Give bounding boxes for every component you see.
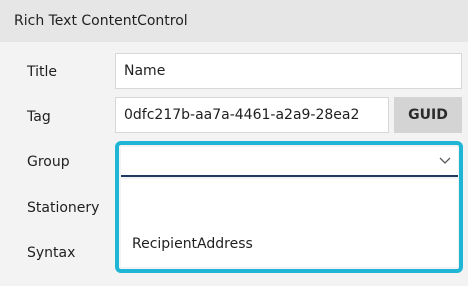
group-dropdown-list: RecipientAddress xyxy=(121,179,458,267)
guid-button[interactable]: GUID xyxy=(394,97,462,133)
title-label: Title xyxy=(27,64,58,80)
list-item-recipient-address[interactable]: RecipientAddress xyxy=(132,234,253,254)
chevron-down-icon[interactable] xyxy=(438,154,452,168)
group-combobox[interactable] xyxy=(121,147,458,177)
list-item-empty[interactable] xyxy=(121,179,458,219)
content-control-properties-panel: Rich Text ContentControl Title Name Tag … xyxy=(0,0,468,286)
group-label: Group xyxy=(27,154,70,170)
stationery-label: Stationery xyxy=(27,200,100,216)
tag-label: Tag xyxy=(27,109,51,125)
syntax-label: Syntax xyxy=(27,245,76,261)
tag-input[interactable]: 0dfc217b-aa7a-4461-a2a9-28ea2 xyxy=(115,97,389,133)
panel-header: Rich Text ContentControl xyxy=(0,0,468,42)
title-input[interactable]: Name xyxy=(115,53,462,89)
